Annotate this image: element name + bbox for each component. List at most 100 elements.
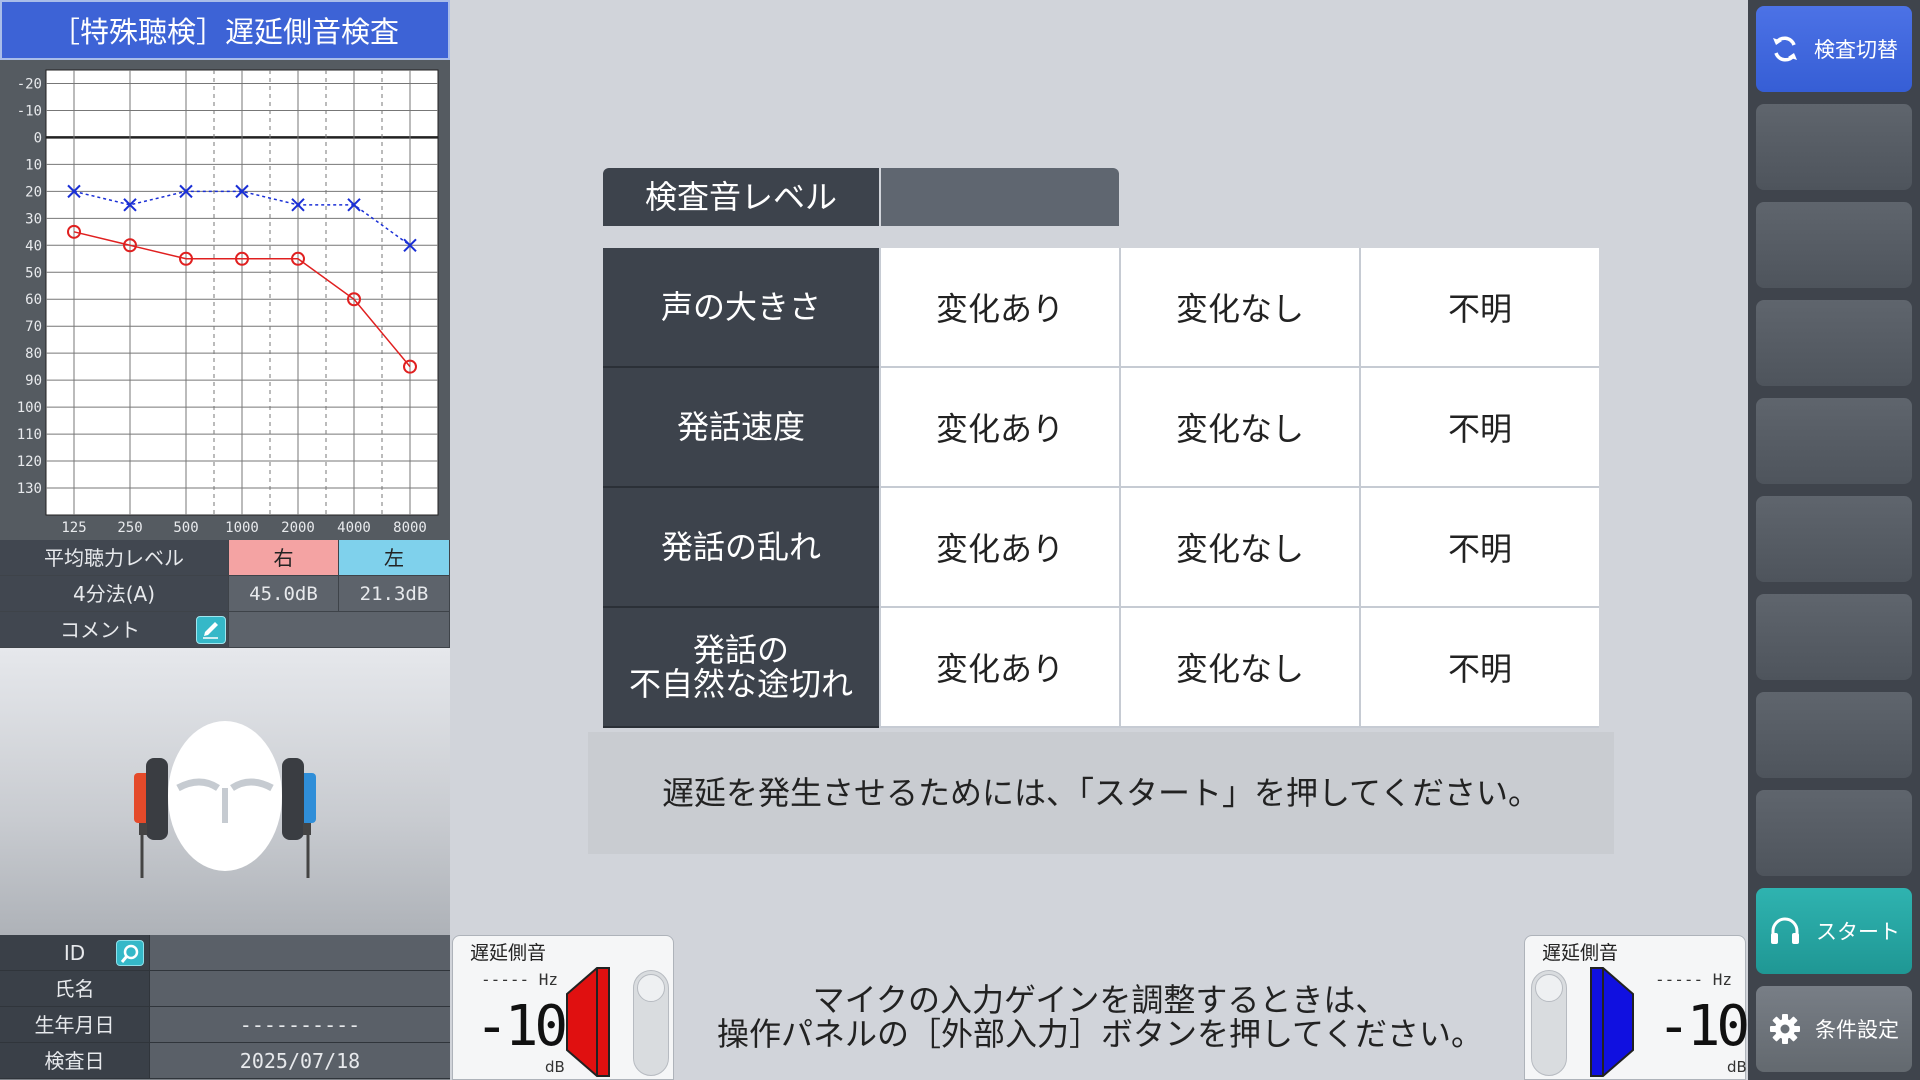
speaker-left-icon [566, 967, 610, 1077]
average-header-row: 平均聴力レベル 右 左 [0, 540, 450, 576]
output-left-slider[interactable] [633, 970, 669, 1076]
id-label-cell: ID [0, 935, 150, 971]
test-level-value [881, 168, 1119, 226]
average-value-row: 4分法(A) 45.0dB 21.3dB [0, 576, 450, 612]
audiogram-y-tick-label: 100 [17, 400, 42, 416]
comment-label-cell: コメント [0, 612, 229, 648]
left-panel: ［特殊聴検］遅延側音検査 -20 -10 0 10 20 30 40 50 60 70 80 90 10… [0, 0, 450, 1080]
result-row: 声の大きさ 変化あり 変化なし 不明 [603, 248, 1599, 368]
result-option-button[interactable]: 変化なし [1119, 368, 1359, 488]
sidebar-empty-button-6[interactable] [1756, 594, 1912, 680]
audiogram-y-tick-label: 60 [25, 292, 42, 308]
instruction-message: 遅延を発生させるためには、「スタート」を押してください。 [588, 732, 1614, 854]
output-left-title: 遅延側音 [469, 942, 546, 964]
average-right-value: 45.0dB [229, 576, 339, 612]
refresh-icon [1770, 34, 1800, 64]
result-option-button[interactable]: 変化なし [1119, 248, 1359, 368]
id-value [150, 935, 450, 971]
pencil-icon [203, 622, 218, 639]
id-label: ID [63, 941, 86, 965]
result-row-label: 声の大きさ [603, 248, 879, 368]
audiogram-y-tick-label: 10 [25, 157, 42, 173]
sidebar-empty-button-8[interactable] [1756, 790, 1912, 876]
gain-instruction-message: マイクの入力ゲインを調整するときは、 操作パネルの［外部入力］ボタンを押してくだ… [690, 983, 1510, 1051]
result-option-button[interactable]: 変化あり [879, 368, 1119, 488]
result-option-button[interactable]: 変化あり [879, 608, 1119, 728]
audiogram-y-tick-label: 80 [25, 346, 42, 362]
result-option-button[interactable]: 変化あり [879, 488, 1119, 608]
headphone-illustration [0, 648, 450, 935]
result-option-button[interactable]: 不明 [1359, 608, 1599, 728]
test-switch-label: 検査切替 [1814, 38, 1898, 62]
result-option-button[interactable]: 変化なし [1119, 488, 1359, 608]
result-option-button[interactable]: 不明 [1359, 368, 1599, 488]
start-button[interactable]: スタート [1756, 888, 1912, 974]
start-label: スタート [1816, 920, 1900, 944]
sidebar-empty-button-7[interactable] [1756, 692, 1912, 778]
audiogram-x-tick-label: 2000 [281, 520, 315, 536]
result-row: 発話の乱れ 変化あり 変化なし 不明 [603, 488, 1599, 608]
sidebar-empty-button-2[interactable] [1756, 202, 1912, 288]
result-row-label: 発話速度 [603, 368, 879, 488]
audiogram-svg: -20 -10 0 10 20 30 40 50 60 70 80 90 100 110 120 130 125… [17, 69, 439, 536]
output-right-value: -10 [1657, 994, 1750, 1059]
audiogram-x-tick-label: 250 [117, 520, 142, 536]
result-option-button[interactable]: 変化なし [1119, 608, 1359, 728]
average-left-label: 左 [339, 540, 450, 576]
output-left-hz: ----- Hz [481, 970, 559, 989]
audiogram-y-tick-label: 20 [25, 184, 42, 200]
audiogram-y-tick-label: 90 [25, 373, 42, 389]
output-right-slider[interactable] [1531, 970, 1567, 1076]
name-row: 氏名 [0, 971, 450, 1007]
audiogram-y-tick-label: 120 [17, 454, 42, 470]
audiogram-x-tick-label: 8000 [393, 520, 427, 536]
search-icon [120, 944, 139, 963]
audiogram-y-tick-label: 50 [25, 265, 42, 281]
sidebar-empty-button-5[interactable] [1756, 496, 1912, 582]
sidebar-empty-button-1[interactable] [1756, 104, 1912, 190]
id-search-button[interactable] [116, 940, 144, 966]
audiogram-y-tick-label: 30 [25, 211, 42, 227]
result-row-label: 発話の 不自然な途切れ [603, 608, 879, 728]
test-level-label: 検査音レベル [603, 168, 879, 226]
output-right-title: 遅延側音 [1541, 942, 1618, 964]
audiogram-chart: -20 -10 0 10 20 30 40 50 60 70 80 90 100 110 120 130 125… [0, 60, 450, 540]
exam-date-value: 2025/07/18 [150, 1043, 450, 1079]
comment-edit-button[interactable] [196, 616, 226, 644]
audiogram-y-tick-label: -20 [17, 76, 42, 92]
settings-label: 条件設定 [1815, 1018, 1899, 1042]
exam-date-label: 検査日 [0, 1043, 150, 1079]
settings-button[interactable]: 条件設定 [1756, 986, 1912, 1072]
output-right-slider-knob[interactable] [1535, 974, 1563, 1002]
result-grid: 声の大きさ 変化あり 変化なし 不明 発話速度 変化あり 変化なし 不明 発話の乱れ 変化あり 変化… [603, 248, 1599, 728]
average-header-label: 平均聴力レベル [0, 540, 229, 576]
output-left-slider-knob[interactable] [637, 974, 665, 1002]
gain-instruction-line1: マイクの入力ゲインを調整するときは、 [812, 981, 1388, 1019]
average-left-value: 21.3dB [339, 576, 450, 612]
birth-row: 生年月日 ---------- [0, 1007, 450, 1043]
comment-value[interactable] [229, 612, 450, 648]
result-row: 発話の 不自然な途切れ 変化あり 変化なし 不明 [603, 608, 1599, 728]
audiogram-x-tick-label: 500 [173, 520, 198, 536]
gear-icon [1769, 1013, 1801, 1045]
exam-date-row: 検査日 2025/07/18 [0, 1043, 450, 1080]
result-option-button[interactable]: 不明 [1359, 248, 1599, 368]
audiogram-y-tick-label: 70 [25, 319, 42, 335]
sidebar-empty-button-4[interactable] [1756, 398, 1912, 484]
result-option-button[interactable]: 不明 [1359, 488, 1599, 608]
page-title: ［特殊聴検］遅延側音検査 [0, 0, 450, 60]
output-right-hz: ----- Hz [1655, 970, 1733, 989]
output-left-unit: dB [545, 1058, 565, 1076]
average-method-label: 4分法(A) [0, 576, 229, 612]
audiogram-x-tick-label: 4000 [337, 520, 371, 536]
headphone-icon [1768, 916, 1802, 946]
id-row: ID [0, 935, 450, 971]
result-row: 発話速度 変化あり 変化なし 不明 [603, 368, 1599, 488]
audiogram-x-tick-label: 125 [61, 520, 86, 536]
audiogram-y-tick-label: 40 [25, 238, 42, 254]
result-option-button[interactable]: 変化あり [879, 248, 1119, 368]
output-panel-right: 遅延側音 ----- Hz -10 dB [1524, 935, 1750, 1080]
test-switch-button[interactable]: 検査切替 [1756, 6, 1912, 92]
result-row-label: 発話の乱れ [603, 488, 879, 608]
sidebar-empty-button-3[interactable] [1756, 300, 1912, 386]
